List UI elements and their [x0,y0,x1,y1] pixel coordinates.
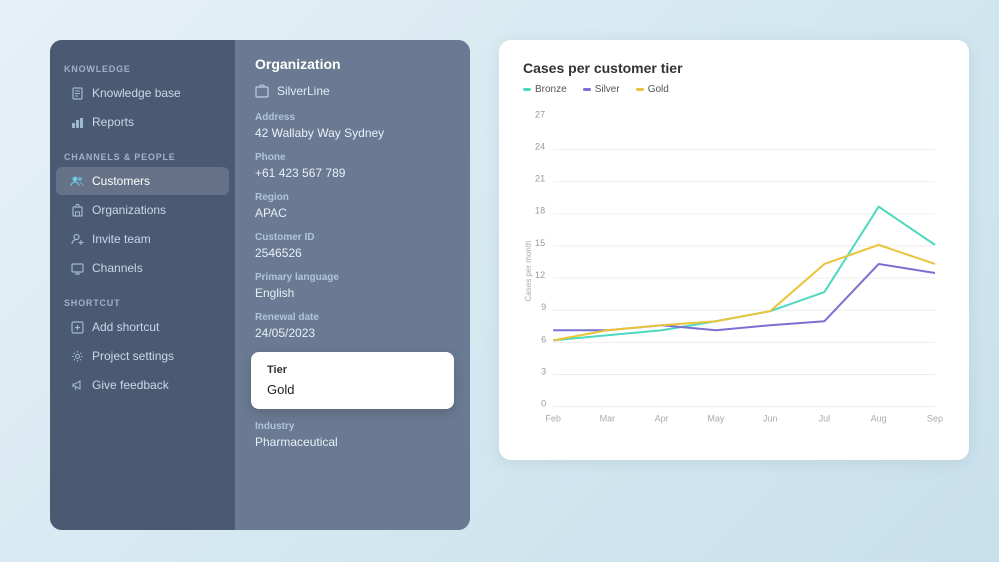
sidebar-item-label: Reports [92,115,134,129]
field-label: Customer ID [255,232,450,243]
field-label: Address [255,112,450,123]
sidebar-item-label: Customers [92,174,150,188]
svg-text:15: 15 [535,238,545,248]
person-add-icon [70,232,84,246]
field-label: Industry [255,421,450,432]
monitor-icon [70,261,84,275]
app-panel: Knowledge Knowledge base R [50,40,470,530]
legend-bronze: Bronze [523,84,567,95]
tier-popup-value: Gold [267,382,438,397]
sidebar-item-label: Give feedback [92,378,169,392]
svg-text:Jun: Jun [763,414,778,424]
sidebar-item-customers[interactable]: Customers [56,167,229,195]
sidebar-item-label: Channels [92,261,143,275]
detail-panel: Organization SilverLine Address 42 Walla… [235,40,470,530]
doc-icon [70,86,84,100]
sidebar-item-reports[interactable]: Reports [56,108,229,136]
chart-title: Cases per customer tier [523,60,945,76]
sidebar-section-knowledge: Knowledge [50,56,235,78]
sidebar-item-label: Knowledge base [92,86,181,100]
svg-text:18: 18 [535,206,545,216]
svg-text:Jul: Jul [819,414,831,424]
field-label: Renewal date [255,312,450,323]
sidebar-item-label: Project settings [92,349,174,363]
field-label: Primary language [255,272,450,283]
users-icon [70,174,84,188]
megaphone-icon [70,378,84,392]
field-customer-id: Customer ID 2546526 [255,232,450,260]
sidebar-item-give-feedback[interactable]: Give feedback [56,371,229,399]
svg-text:Mar: Mar [600,414,616,424]
sidebar-item-invite-team[interactable]: Invite team [56,225,229,253]
sidebar-item-label: Organizations [92,203,166,217]
svg-text:Cases per month: Cases per month [524,240,533,301]
field-region: Region APAC [255,192,450,220]
svg-text:Sep: Sep [927,414,943,424]
svg-text:6: 6 [541,334,546,344]
sidebar-item-label: Add shortcut [92,320,159,334]
sidebar-item-add-shortcut[interactable]: Add shortcut [56,313,229,341]
sidebar-section-shortcut: Shortcut [50,290,235,312]
sidebar-item-label: Invite team [92,232,151,246]
field-value: APAC [255,206,450,220]
field-value: 2546526 [255,246,450,260]
tier-popup-label: Tier [267,364,438,376]
legend-silver: Silver [583,84,620,95]
field-value: 24/05/2023 [255,326,450,340]
sidebar: Knowledge Knowledge base R [50,40,235,530]
chart-legend: Bronze Silver Gold [523,84,945,95]
gold-dot [636,88,644,91]
svg-text:27: 27 [535,111,545,119]
field-value: +61 423 567 789 [255,166,450,180]
field-language: Primary language English [255,272,450,300]
field-address: Address 42 Wallaby Way Sydney [255,112,450,140]
svg-text:9: 9 [541,302,546,312]
sidebar-item-organizations[interactable]: Organizations [56,196,229,224]
svg-text:Aug: Aug [871,414,887,424]
field-phone: Phone +61 423 567 789 [255,152,450,180]
sidebar-item-knowledge-base[interactable]: Knowledge base [56,79,229,107]
org-name: SilverLine [277,84,330,98]
svg-text:Apr: Apr [655,414,669,424]
chart-svg: 0 3 6 9 12 15 18 21 24 27 Cases per mont… [523,111,945,431]
svg-text:0: 0 [541,399,546,409]
svg-text:21: 21 [535,174,545,184]
legend-label: Bronze [535,84,567,95]
sidebar-item-channels[interactable]: Channels [56,254,229,282]
svg-text:12: 12 [535,270,545,280]
gear-icon [70,349,84,363]
sidebar-section-channels: Channels & People [50,144,235,166]
legend-label: Gold [648,84,669,95]
field-value: English [255,286,450,300]
section-title: Organization [255,56,450,72]
svg-text:3: 3 [541,366,546,376]
plus-square-icon [70,320,84,334]
field-value: 42 Wallaby Way Sydney [255,126,450,140]
legend-label: Silver [595,84,620,95]
sidebar-item-project-settings[interactable]: Project settings [56,342,229,370]
legend-gold: Gold [636,84,669,95]
field-label: Region [255,192,450,203]
field-renewal-date: Renewal date 24/05/2023 [255,312,450,340]
field-value: Pharmaceutical [255,435,450,449]
chart-icon [70,115,84,129]
chart-panel: Cases per customer tier Bronze Silver Go… [499,40,969,460]
org-name-row: SilverLine [255,84,450,98]
chart-area: 0 3 6 9 12 15 18 21 24 27 Cases per mont… [523,111,945,431]
building-small-icon [255,84,269,98]
svg-text:May: May [707,414,725,424]
silver-dot [583,88,591,91]
tier-popup: Tier Gold [251,352,454,409]
bronze-dot [523,88,531,91]
building-icon [70,203,84,217]
svg-text:Feb: Feb [545,414,561,424]
field-industry: Industry Pharmaceutical [255,421,450,449]
field-label: Phone [255,152,450,163]
svg-text:24: 24 [535,141,545,151]
